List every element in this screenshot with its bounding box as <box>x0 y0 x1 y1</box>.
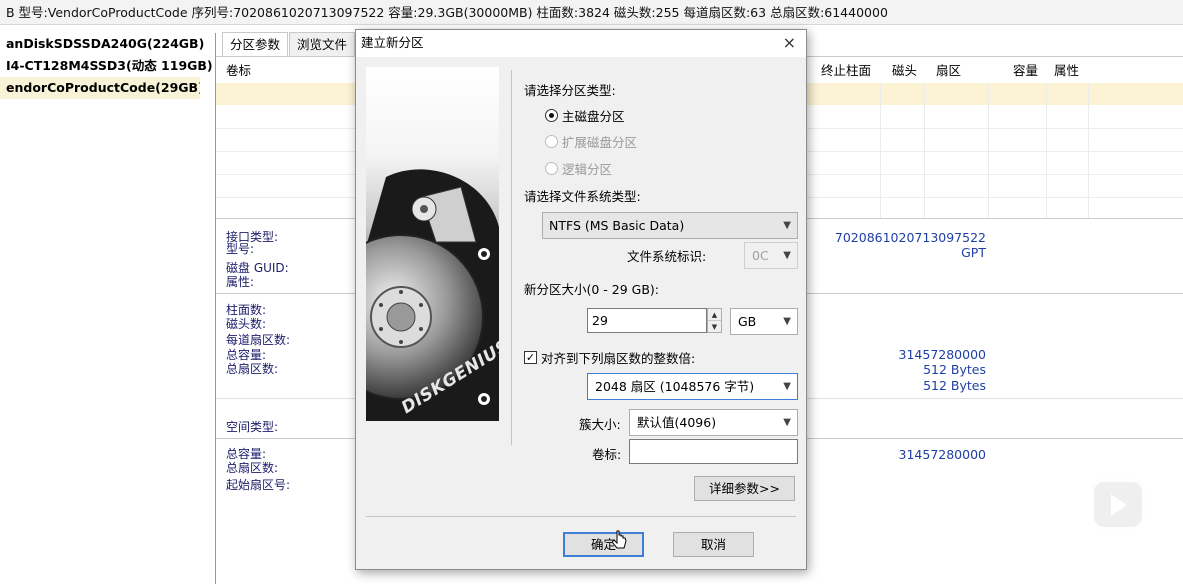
tab-browse-files[interactable]: 浏览文件 <box>289 32 356 56</box>
radio-unchecked-icon <box>545 135 558 148</box>
details-button[interactable]: 详细参数>> <box>694 476 795 501</box>
col-header-volume[interactable]: 卷标 <box>226 60 251 79</box>
cluster-size-label: 簇大小: <box>579 417 621 432</box>
ok-button[interactable]: 确定 <box>563 532 644 557</box>
align-checkbox[interactable]: ✓ 对齐到下列扇区数的整数倍: <box>524 348 695 367</box>
radio-extended-partition[interactable]: 扩展磁盘分区 <box>545 132 637 151</box>
chevron-down-icon: ▼ <box>783 417 791 428</box>
close-icon[interactable]: × <box>783 30 796 56</box>
tab-partition-params[interactable]: 分区参数 <box>222 32 289 56</box>
spin-up-icon[interactable]: ▲ <box>708 309 721 321</box>
physical-sector-size-value: 512 Bytes <box>923 378 986 393</box>
fs-id-label: 文件系统标识: <box>627 249 707 264</box>
col-header-capacity[interactable]: 容量 <box>1013 60 1038 79</box>
disk-item-selected[interactable]: endorCoProductCode(29GB) <box>0 77 200 99</box>
col-header-head[interactable]: 磁头 <box>892 60 917 79</box>
volume-label-input[interactable] <box>629 439 798 464</box>
model-label: 型号: <box>226 242 255 256</box>
attr-label: 属性: <box>226 275 255 289</box>
cursor-icon <box>612 530 627 549</box>
radio-primary-label: 主磁盘分区 <box>562 109 625 124</box>
spin-down-icon[interactable]: ▼ <box>708 321 721 333</box>
tab-bar: 分区参数 浏览文件 <box>222 32 356 56</box>
start-sector-label: 起始扇区号: <box>226 478 291 492</box>
radio-logical-label: 逻辑分区 <box>562 162 613 177</box>
serial-value: 7020861020713097522 <box>834 230 986 245</box>
free-capacity-label: 总容量: <box>226 447 267 461</box>
size-input[interactable]: 29 <box>587 308 707 333</box>
size-stepper[interactable]: ▲ ▼ <box>707 308 722 333</box>
total-capacity-label: 总容量: <box>226 348 267 362</box>
disk-item[interactable]: I4-CT128M4SSD3(动态 119GB) <box>0 55 215 77</box>
fs-type-label: 请选择文件系统类型: <box>524 189 641 204</box>
disk-item[interactable]: anDiskSDSSDA240G(224GB) <box>0 33 215 55</box>
dialog-titlebar[interactable]: 建立新分区 × <box>356 30 806 57</box>
space-type-label: 空间类型: <box>226 420 279 434</box>
fs-type-value: NTFS (MS Basic Data) <box>549 218 685 233</box>
fs-id-value: 0C <box>752 248 769 263</box>
size-unit-value: GB <box>738 314 757 329</box>
disk-guid-label: 磁盘 GUID: <box>226 261 289 275</box>
disk-list[interactable]: anDiskSDSSDA240G(224GB) I4-CT128M4SSD3(动… <box>0 33 216 584</box>
cylinders-label: 柱面数: <box>226 303 267 317</box>
chevron-down-icon: ▼ <box>783 220 791 231</box>
radio-checked-icon <box>545 109 558 122</box>
align-select[interactable]: 2048 扇区 (1048576 字节) ▼ <box>587 373 798 400</box>
capacity-bytes-value: 31457280000 <box>898 347 986 362</box>
disk-info-bar: B 型号:VendorCoProductCode 序列号:70208610207… <box>0 0 1183 25</box>
fs-id-select[interactable]: 0C ▼ <box>744 242 798 269</box>
size-unit-select[interactable]: GB ▼ <box>730 308 798 335</box>
radio-extended-label: 扩展磁盘分区 <box>562 135 638 150</box>
size-label: 新分区大小(0 - 29 GB): <box>524 282 660 297</box>
chevron-down-icon: ▼ <box>783 381 791 392</box>
col-header-end-cylinder[interactable]: 终止柱面 <box>821 60 871 79</box>
partition-type-label: 请选择分区类型: <box>524 83 616 98</box>
radio-primary-partition[interactable]: 主磁盘分区 <box>545 106 625 125</box>
cluster-size-select[interactable]: 默认值(4096) ▼ <box>629 409 798 436</box>
free-capacity-value: 31457280000 <box>898 447 986 462</box>
dialog-title: 建立新分区 <box>361 35 424 50</box>
chevron-down-icon: ▼ <box>783 250 791 261</box>
cancel-button[interactable]: 取消 <box>673 532 754 557</box>
align-value: 2048 扇区 (1048576 字节) <box>595 379 755 394</box>
fs-type-select[interactable]: NTFS (MS Basic Data) ▼ <box>542 212 798 239</box>
partition-style-value: GPT <box>961 245 986 260</box>
radio-unchecked-icon <box>545 162 558 175</box>
free-sectors-label: 总扇区数: <box>226 461 279 475</box>
cluster-size-value: 默认值(4096) <box>637 415 717 430</box>
chevron-down-icon: ▼ <box>783 316 791 327</box>
checkbox-checked-icon: ✓ <box>524 351 537 364</box>
hard-disk-illustration: DISKGENIUS <box>366 67 499 421</box>
sectors-per-track-label: 每道扇区数: <box>226 333 291 347</box>
col-header-sector[interactable]: 扇区 <box>936 60 961 79</box>
volume-label-label: 卷标: <box>592 447 622 462</box>
col-header-attr[interactable]: 属性 <box>1054 60 1079 79</box>
heads-label: 磁头数: <box>226 317 267 331</box>
align-label: 对齐到下列扇区数的整数倍: <box>541 351 696 366</box>
play-icon[interactable] <box>1090 468 1146 531</box>
new-partition-dialog: 建立新分区 × DISKGENIUS 请选择分区类型: 主磁盘分区 扩展磁盘分区… <box>355 29 807 570</box>
total-sectors-label: 总扇区数: <box>226 362 279 376</box>
radio-logical-partition[interactable]: 逻辑分区 <box>545 159 612 178</box>
sector-size-value: 512 Bytes <box>923 362 986 377</box>
